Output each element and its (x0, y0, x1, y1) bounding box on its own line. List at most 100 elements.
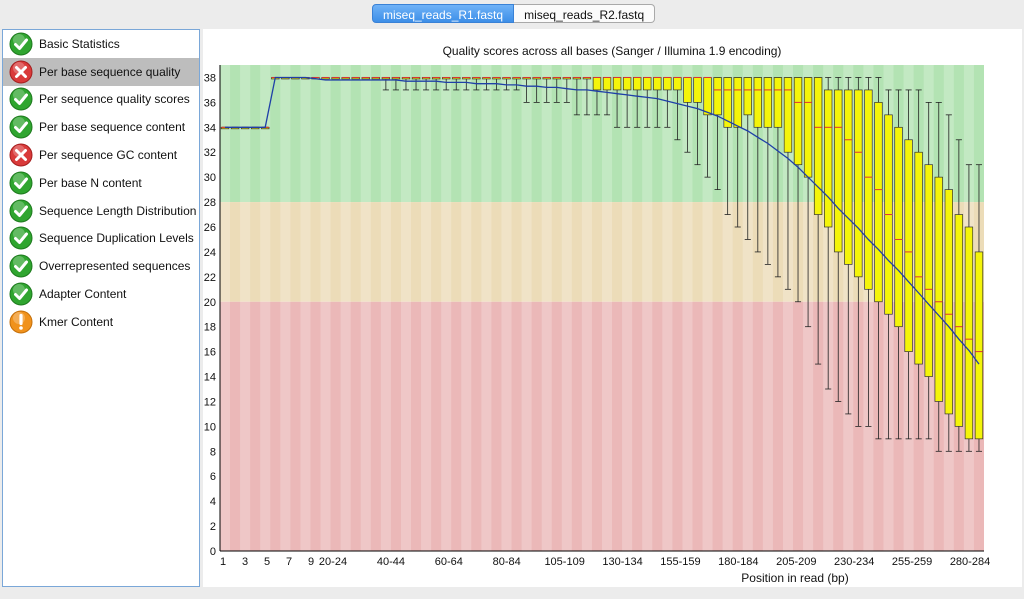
zone-stripe (280, 65, 291, 551)
check-icon (9, 199, 33, 223)
y-tick-label: 20 (204, 297, 216, 309)
zone-stripe (360, 65, 371, 551)
module-label: Per sequence quality scores (39, 92, 190, 107)
check-icon (9, 32, 33, 56)
module-adapter-content[interactable]: Adapter Content (3, 280, 199, 308)
module-label: Per base sequence content (39, 120, 186, 135)
y-tick-label: 30 (204, 172, 216, 184)
y-tick-label: 22 (204, 272, 216, 284)
quartile-box (643, 77, 652, 91)
x-tick-label: 40-44 (377, 556, 405, 568)
module-per-base-sequence-quality[interactable]: Per base sequence quality (3, 57, 199, 86)
tab-miseq-reads-r2[interactable]: miseq_reads_R2.fastq (514, 4, 656, 23)
y-tick-label: 2 (210, 521, 216, 533)
cross-icon (9, 60, 33, 84)
check-icon (9, 87, 33, 111)
check-icon (9, 171, 33, 195)
zone-stripe (220, 65, 231, 551)
quartile-box (924, 164, 933, 377)
quartile-box (874, 102, 883, 303)
zone-stripe (521, 65, 532, 551)
x-tick-label: 180-184 (718, 556, 758, 568)
quartile-box (964, 226, 974, 440)
check-icon (9, 226, 33, 250)
zone-stripe (602, 65, 613, 551)
zone-stripe (622, 65, 633, 551)
y-tick-label: 6 (210, 471, 216, 483)
x-tick-label: 280-284 (950, 556, 990, 568)
x-tick-label: 130-134 (602, 556, 642, 568)
zone-stripe (461, 65, 472, 551)
module-per-sequence-gc-content[interactable]: Per sequence GC content (3, 141, 199, 169)
quartile-box (693, 77, 702, 103)
cross-icon (9, 143, 33, 167)
y-tick-label: 12 (204, 396, 216, 408)
quartile-box (803, 77, 813, 178)
quartile-box (904, 139, 913, 352)
quartile-box (663, 77, 672, 91)
module-per-base-sequence-content[interactable]: Per base sequence content (3, 113, 199, 141)
zone-stripe (260, 65, 271, 551)
quartile-box (622, 77, 632, 91)
x-axis-label: Position in read (bp) (741, 571, 848, 585)
file-tabs: miseq_reads_R1.fastq miseq_reads_R2.fast… (372, 4, 656, 23)
module-per-sequence-quality-scores[interactable]: Per sequence quality scores (3, 86, 199, 114)
x-tick-label: 105-109 (544, 556, 584, 568)
quartile-box (713, 77, 722, 116)
module-list: Basic Statistics Per base sequence quali… (2, 29, 200, 587)
quartile-box (773, 77, 783, 128)
per-base-quality-chart: Quality scores across all bases (Sanger … (204, 44, 990, 585)
module-label: Adapter Content (39, 287, 127, 302)
quartile-box (854, 89, 863, 278)
module-sequence-length-distribution[interactable]: Sequence Length Distribution (3, 197, 199, 225)
zone-stripe (441, 65, 452, 551)
module-sequence-duplication-levels[interactable]: Sequence Duplication Levels (3, 225, 199, 253)
y-tick-label: 26 (204, 222, 216, 234)
y-tick-label: 4 (210, 496, 216, 508)
y-tick-label: 10 (204, 421, 216, 433)
quartile-box (793, 77, 803, 166)
x-tick-label: 7 (286, 556, 292, 568)
quartile-box (894, 126, 903, 328)
zone-stripe (501, 65, 512, 551)
tab-miseq-reads-r1[interactable]: miseq_reads_R1.fastq (372, 4, 515, 23)
x-tick-label: 1 (220, 556, 226, 568)
quartile-box (602, 77, 612, 91)
module-overrepresented-sequences[interactable]: Overrepresented sequences (3, 252, 199, 280)
x-tick-label: 205-209 (776, 556, 816, 568)
x-tick-label: 255-259 (892, 556, 932, 568)
y-tick-label: 36 (204, 97, 216, 109)
quartile-box (834, 89, 843, 253)
zone-stripe (481, 65, 492, 551)
module-label: Sequence Duplication Levels (39, 231, 194, 246)
zone-stripe (642, 65, 653, 551)
y-tick-label: 16 (204, 347, 216, 359)
y-tick-label: 0 (210, 546, 216, 558)
module-basic-statistics[interactable]: Basic Statistics (3, 30, 199, 58)
x-tick-label: 230-234 (834, 556, 874, 568)
module-label: Sequence Length Distribution (39, 203, 197, 218)
quartile-box (914, 151, 923, 365)
y-tick-label: 18 (204, 322, 216, 334)
module-label: Overrepresented sequences (39, 259, 191, 274)
quartile-box (783, 77, 793, 153)
quartile-box (934, 176, 943, 402)
zone-stripe (340, 65, 351, 551)
zone-stripe (320, 65, 331, 551)
zone-stripe (240, 65, 251, 551)
quartile-box (633, 77, 642, 91)
x-tick-label: 155-159 (660, 556, 700, 568)
module-kmer-content[interactable]: Kmer Content (3, 308, 199, 336)
module-label: Per base sequence quality (39, 64, 181, 79)
check-icon (9, 115, 33, 139)
quartile-box (743, 77, 752, 116)
zone-stripe (380, 65, 391, 551)
x-tick-label: 80-84 (493, 556, 521, 568)
module-per-base-n-content[interactable]: Per base N content (3, 169, 199, 197)
y-tick-label: 24 (204, 247, 216, 259)
y-tick-label: 34 (204, 122, 216, 134)
quartile-box (954, 214, 964, 427)
quartile-box (763, 77, 773, 128)
warning-icon (9, 310, 33, 334)
check-icon (9, 254, 33, 278)
